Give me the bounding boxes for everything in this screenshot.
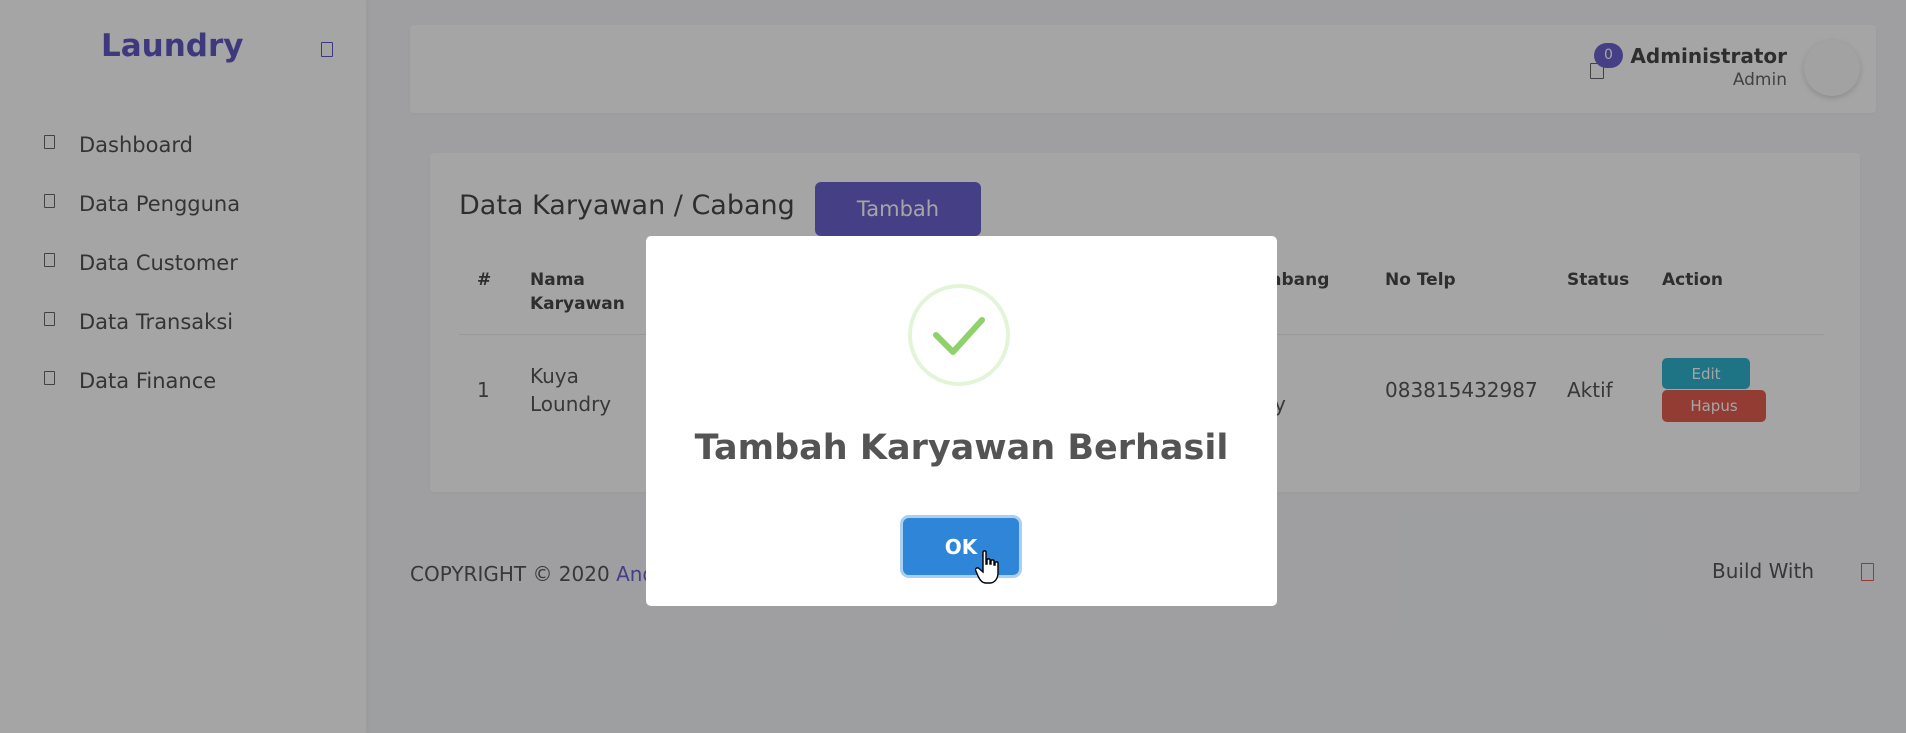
success-check-icon xyxy=(908,284,1010,386)
hand-cursor-icon xyxy=(975,550,999,584)
success-dialog: Tambah Karyawan Berhasil OK xyxy=(646,236,1277,606)
check-mark-icon xyxy=(933,317,985,355)
dialog-title: Tambah Karyawan Berhasil xyxy=(694,428,1229,468)
